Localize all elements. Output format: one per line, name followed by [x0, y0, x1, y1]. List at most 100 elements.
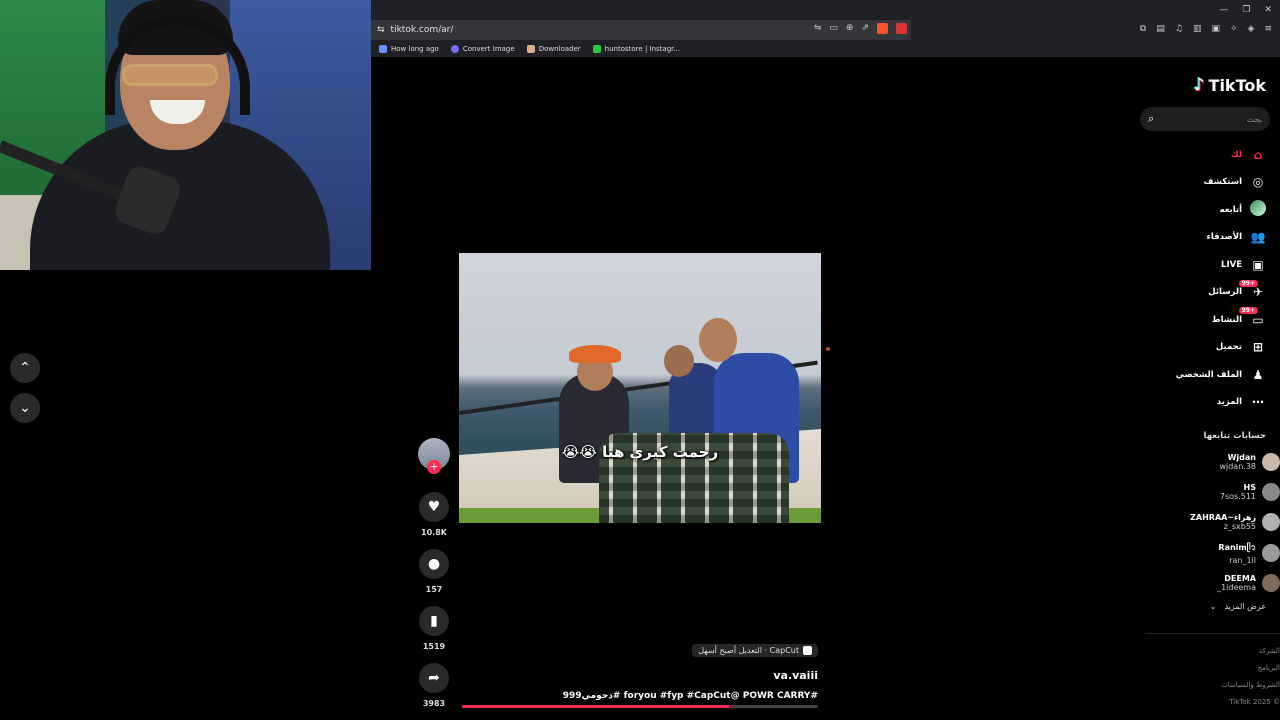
comment-icon: ●	[427, 556, 441, 572]
chevron-down-icon: ⌄	[1209, 602, 1217, 611]
sidebar-menu: ⌂ لك ◎ استكشف أتابعه 👥 الأصدقاء ▣ LIVE ✈ الرسائل 99…	[1136, 141, 1266, 416]
save-count: 1519	[422, 642, 446, 651]
sidebar-item-friends[interactable]: 👥 الأصدقاء	[1136, 224, 1266, 252]
search-input[interactable]: بحث ⌕	[1140, 107, 1270, 131]
friends-icon: 👥	[1250, 230, 1266, 245]
screen: — ❐ ✕ ⇆ tiktok.com/ar/ ⇋ ▭ ⊕ ⇗ ⧉ ▤ ♫ ▥ ▣…	[0, 0, 1280, 720]
bookmark-huntostore[interactable]: huntostore | Instagr...	[592, 44, 680, 53]
zoom-icon[interactable]: ⊕	[846, 23, 854, 34]
share-icon[interactable]: ⇗	[861, 23, 869, 34]
cast-icon[interactable]: ▭	[829, 23, 838, 34]
account-name: ZAHRAA~زهراء	[1190, 513, 1256, 523]
video-description: #foryou #fyp #CapCut@ POWR CARRY #دحومي9…	[562, 691, 818, 701]
sidebar-item-more[interactable]: ⋯ المزيد	[1136, 389, 1266, 417]
bookmark-favicon-icon	[592, 44, 601, 53]
bookmark-convert-image[interactable]: Convert Image	[450, 44, 515, 53]
video-meta: CapCut · التعديل أصبح أسهل va.vaiii #for…	[462, 640, 818, 701]
site-settings-icon[interactable]: ⇆	[377, 25, 385, 35]
next-video-button[interactable]: ⌄	[10, 393, 40, 423]
chevron-up-icon: ⌃	[19, 360, 31, 376]
avatar	[1262, 513, 1280, 532]
notification-badge: 99+	[1238, 307, 1258, 314]
video-player[interactable]: رحمت كيري هنا 😭😭	[459, 253, 821, 523]
sidebar-item-home[interactable]: ⌂ لك	[1136, 141, 1266, 169]
sidebar-item-compass[interactable]: ◎ استكشف	[1136, 169, 1266, 197]
comment-button[interactable]: ●	[419, 549, 449, 579]
window-titlebar: — ❐ ✕	[371, 0, 1280, 20]
save-button[interactable]: ▮	[419, 606, 449, 636]
sidebar-item-label: لك	[1230, 149, 1242, 160]
wallet-icon[interactable]: ▣	[1211, 24, 1220, 34]
account-text: Wjdan wjdan.38	[1156, 453, 1256, 471]
sidebar-item-label: تحميل	[1215, 342, 1242, 353]
restore-icon[interactable]: ❐	[1242, 5, 1250, 15]
following-account[interactable]: Ranimᥫ᭡ ran_1il	[1135, 538, 1280, 568]
search-icon[interactable]: ⌕	[1148, 112, 1154, 126]
like-button[interactable]: ♥	[419, 492, 449, 522]
following-account[interactable]: ZAHRAA~زهراء z_sxb55	[1135, 507, 1280, 537]
video-progress-bar[interactable]	[462, 705, 818, 708]
address-bar[interactable]: ⇆ tiktok.com/ar/ ⇋ ▭ ⊕ ⇗	[371, 20, 911, 40]
sidebar-item-profile[interactable]: ♟ الملف الشخصي	[1136, 361, 1266, 389]
footer-link-company[interactable]: الشركة	[1221, 643, 1280, 660]
cursor-dot	[826, 347, 830, 351]
tiktok-note-icon: ♪	[1193, 75, 1205, 95]
following-accounts-title: حسابات تتابعها	[1203, 431, 1267, 441]
share-button[interactable]: ➦	[419, 663, 449, 693]
author-name[interactable]: va.vaiii	[462, 669, 818, 682]
following-account[interactable]: HS 7sos.511	[1135, 477, 1280, 507]
comment-count: 157	[425, 585, 443, 594]
sidebar-item-following-avatar[interactable]: أتابعه	[1136, 196, 1266, 224]
sidebar-item-messages[interactable]: ✈ الرسائل 99+	[1136, 279, 1266, 307]
translate-icon[interactable]: ⇋	[814, 23, 822, 34]
account-handle: 7sos.511	[1219, 492, 1256, 502]
bookmark-downloader[interactable]: Downloader	[526, 44, 581, 53]
sidebar-item-live[interactable]: ▣ LIVE	[1136, 251, 1266, 279]
footer-copyright: © 2025 TikTok	[1229, 698, 1280, 706]
notification-badge: 99+	[1238, 279, 1258, 287]
capcut-tag[interactable]: CapCut · التعديل أصبح أسهل	[692, 644, 818, 657]
share-count: 3983	[422, 699, 446, 708]
sidebar-item-activity[interactable]: ▭ النشاط 99+	[1136, 306, 1266, 334]
profile-icon: ♟	[1252, 367, 1264, 382]
account-text: Ranimᥫ᭡ ran_1il	[1156, 541, 1256, 565]
leo-icon[interactable]: ✧	[1230, 24, 1238, 34]
follow-plus-icon[interactable]: +	[427, 460, 441, 474]
webcam-overlay	[0, 0, 371, 270]
account-text: DEEMA _1ideema	[1156, 574, 1256, 592]
music-icon[interactable]: ♫	[1175, 24, 1183, 34]
menu-icon[interactable]: ≡	[1264, 24, 1272, 34]
previous-video-button[interactable]: ⌃	[10, 353, 40, 383]
avatar	[1262, 483, 1280, 502]
bookmark-favicon-icon	[379, 44, 387, 53]
following-account[interactable]: Wjdan wjdan.38	[1135, 447, 1280, 477]
sidebar-icon[interactable]: ▥	[1193, 24, 1202, 34]
sidebar-item-label: استكشف	[1203, 177, 1242, 188]
account-text: HS 7sos.511	[1156, 483, 1256, 501]
following-account[interactable]: DEEMA _1ideema	[1135, 568, 1280, 598]
minimize-icon[interactable]: —	[1219, 5, 1228, 15]
show-more-button[interactable]: عرض المزيد ⌄	[1210, 602, 1266, 611]
avatar	[1262, 453, 1280, 472]
translate-extension-icon[interactable]: ▤	[1156, 24, 1165, 34]
sidebar-item-label: LIVE	[1221, 259, 1242, 270]
tiktok-logo[interactable]: ♪ TikTok	[1194, 75, 1266, 95]
sidebar-footer: الشركة البرنامج الشروط والسياسات © 2025 …	[1221, 643, 1280, 711]
bookmark-how-long-ago[interactable]: How long ago	[379, 44, 439, 53]
brave-rewards-icon[interactable]	[896, 23, 907, 34]
bookmark-favicon-icon	[526, 44, 535, 53]
footer-link-program[interactable]: البرنامج	[1221, 660, 1280, 677]
account-handle: wjdan.38	[1219, 462, 1256, 472]
extension-icon[interactable]: ⧉	[1140, 24, 1146, 34]
creator-avatar[interactable]: +	[418, 438, 450, 474]
brave-shield-icon[interactable]	[877, 23, 888, 34]
close-icon[interactable]: ✕	[1264, 5, 1272, 15]
account-handle: ran_1il	[1229, 555, 1256, 565]
upload-icon: ⊞	[1252, 340, 1264, 355]
address-bar-icons: ⇋ ▭ ⊕ ⇗	[814, 23, 907, 34]
footer-link-terms[interactable]: الشروط والسياسات	[1221, 677, 1280, 694]
vpn-icon[interactable]: ◈	[1248, 24, 1255, 34]
video-actions: + ♥ 10.8K ● 157 ▮ 1519 ➦ 3983	[418, 438, 450, 720]
sidebar-item-upload[interactable]: ⊞ تحميل	[1136, 334, 1266, 362]
url-text[interactable]: tiktok.com/ar/	[391, 25, 454, 35]
